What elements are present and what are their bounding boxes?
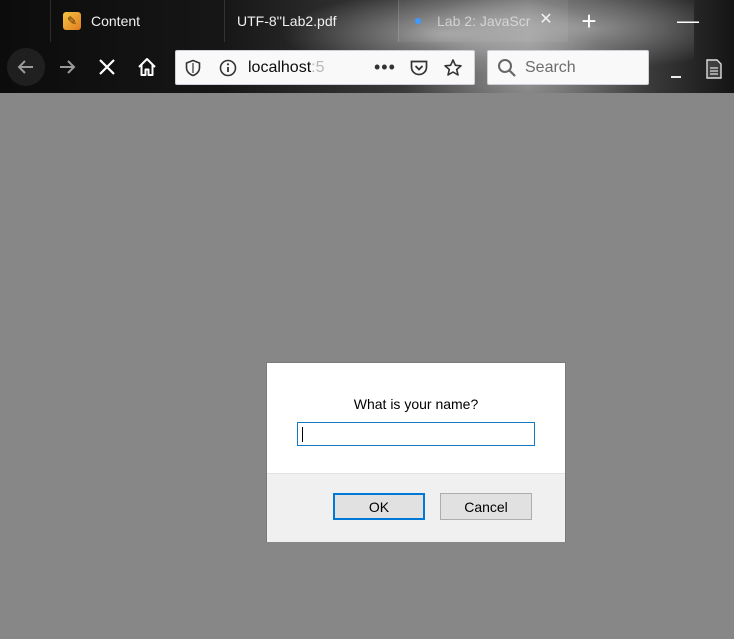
arrow-right-icon (60, 60, 76, 74)
info-icon[interactable] (219, 59, 237, 82)
close-tab-icon[interactable]: ✕ (538, 12, 554, 28)
sidebar-icon[interactable] (705, 58, 723, 85)
url-port-faded: :5 (311, 59, 325, 76)
url-text[interactable]: localhost:5 (248, 59, 330, 77)
page-actions-icon[interactable]: ••• (374, 57, 396, 78)
text-caret (302, 427, 303, 442)
tab-lab2-javascript[interactable]: Lab 2: JavaScr ✕ (398, 0, 568, 42)
search-bar[interactable]: Search (487, 50, 649, 85)
tab-label: UTF-8''Lab2.pdf (237, 13, 337, 29)
search-icon (497, 58, 517, 83)
forward-button[interactable] (48, 48, 86, 86)
url-host: localhost (248, 59, 312, 76)
ok-button[interactable]: OK (333, 493, 425, 520)
stop-button[interactable] (88, 48, 126, 86)
dialog-message: What is your name? (353, 396, 479, 412)
navigation-toolbar: localhost:5 ••• Search (0, 42, 734, 93)
shield-icon[interactable] (184, 59, 202, 82)
new-tab-button[interactable]: + (574, 6, 604, 36)
browser-chrome: ✎ Content UTF-8''Lab2.pdf Lab 2: JavaScr… (0, 0, 734, 93)
star-icon[interactable] (443, 58, 463, 83)
minimize-button[interactable]: — (676, 6, 700, 36)
pocket-icon[interactable] (409, 59, 429, 82)
tab-label: Lab 2: JavaScr (437, 13, 531, 29)
loading-dot-icon (413, 16, 423, 26)
tab-content[interactable]: ✎ Content (50, 0, 224, 42)
dialog-footer: OK Cancel (267, 473, 565, 542)
arrow-left-icon (17, 60, 33, 74)
library-icon[interactable] (668, 60, 684, 85)
name-input[interactable] (297, 422, 535, 446)
url-bar[interactable]: localhost:5 ••• (175, 50, 475, 85)
tab-lab2-pdf[interactable]: UTF-8''Lab2.pdf (224, 0, 398, 42)
back-button[interactable] (7, 48, 45, 86)
search-placeholder: Search (525, 59, 576, 76)
close-icon (99, 59, 115, 75)
cancel-button[interactable]: Cancel (440, 493, 532, 520)
tab-label: Content (91, 13, 141, 29)
tab-strip: ✎ Content UTF-8''Lab2.pdf Lab 2: JavaScr… (0, 0, 734, 42)
prompt-dialog: What is your name? OK Cancel (266, 362, 566, 542)
home-icon (138, 58, 156, 76)
home-button[interactable] (128, 48, 166, 86)
pencil-icon: ✎ (63, 12, 81, 30)
